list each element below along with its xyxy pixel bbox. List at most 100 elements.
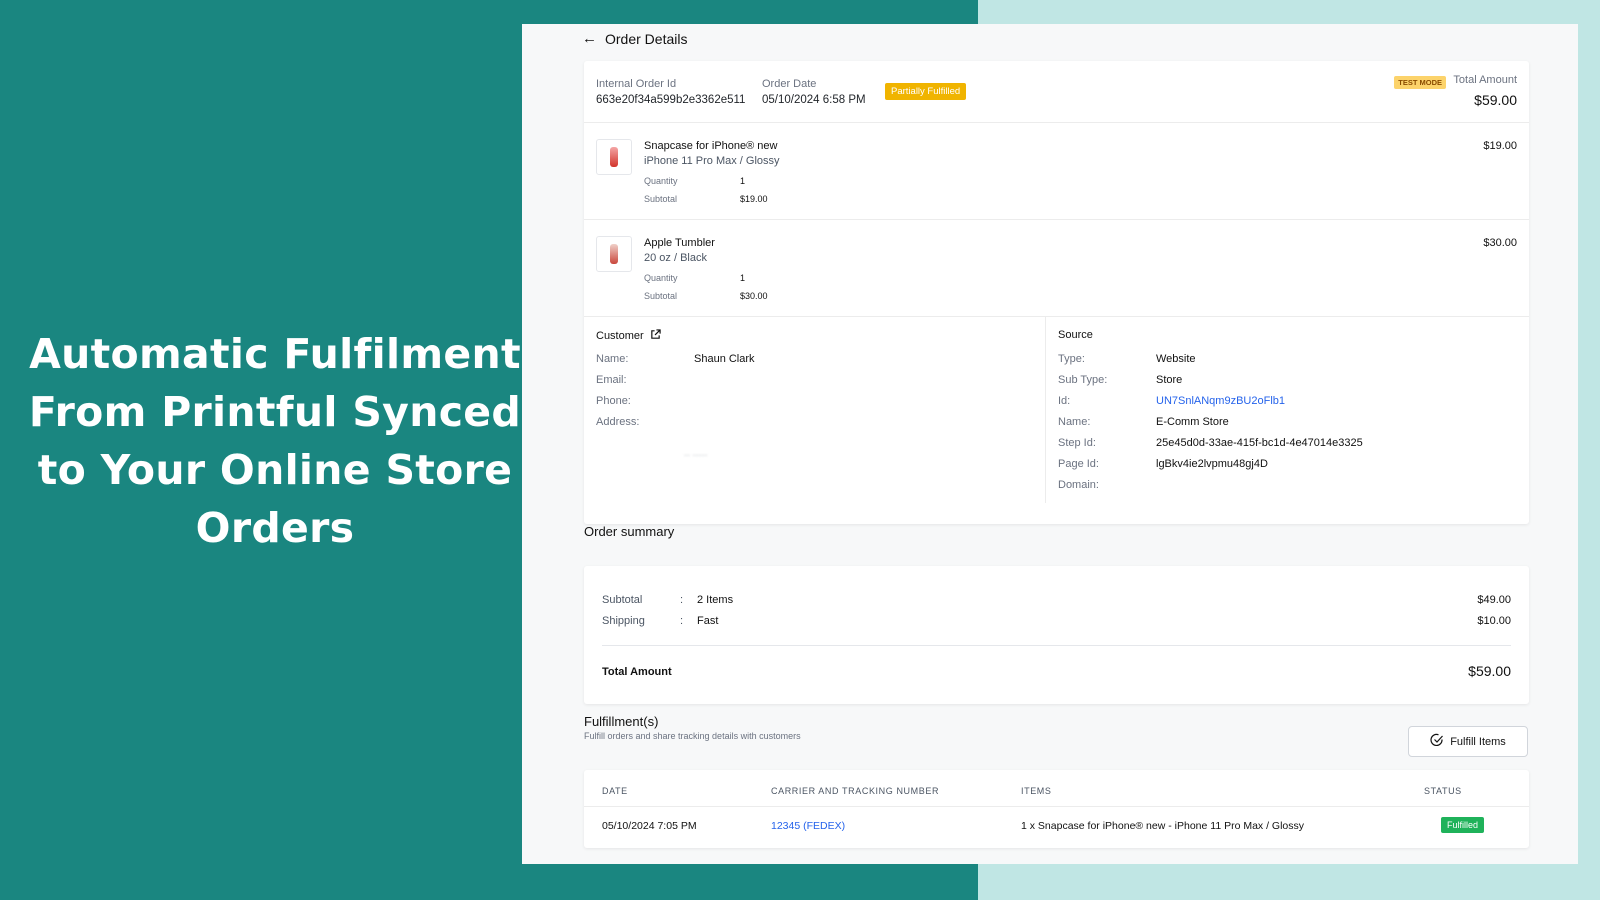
internal-order-id: Internal Order Id 663e20f34a599b2e3362e5… bbox=[596, 78, 745, 106]
product-thumbnail bbox=[596, 236, 632, 272]
customer-title-text: Customer bbox=[596, 330, 644, 342]
order-card: Internal Order Id 663e20f34a599b2e3362e5… bbox=[584, 61, 1529, 524]
check-circle-icon bbox=[1430, 733, 1444, 750]
column-header-items: ITEMS bbox=[1021, 786, 1052, 796]
source-subtype-value: Store bbox=[1156, 374, 1183, 386]
summary-subtotal-amount: $49.00 bbox=[1477, 594, 1511, 606]
order-date: Order Date 05/10/2024 6:58 PM bbox=[762, 78, 866, 106]
tracking-number-link[interactable]: 12345 (FEDEX) bbox=[771, 820, 845, 832]
product-price: $19.00 bbox=[1483, 140, 1517, 152]
customer-name-row: Name: Shaun Clark bbox=[596, 353, 755, 365]
summary-divider bbox=[602, 645, 1511, 646]
source-id-row: Id: UN7SnlANqm9zBU2oFlb1 bbox=[1058, 395, 1285, 407]
summary-colon: : bbox=[680, 594, 684, 606]
order-date-value: 05/10/2024 6:58 PM bbox=[762, 94, 866, 106]
fulfillment-items: 1 x Snapcase for iPhone® new - iPhone 11… bbox=[1021, 820, 1305, 832]
customer-address-row: Address: bbox=[596, 416, 639, 428]
source-id-link[interactable]: UN7SnlANqm9zBU2oFlb1 bbox=[1156, 395, 1285, 407]
source-section: Source Type: Website Sub Type: Store Id: UN… bbox=[1046, 317, 1529, 503]
promo-headline: Automatic Fulfilment From Printful Synce… bbox=[28, 330, 522, 552]
product-name: Snapcase for iPhone® new bbox=[644, 140, 778, 152]
subtotal-value: $19.00 bbox=[740, 194, 768, 204]
fulfillments-table: DATE CARRIER AND TRACKING NUMBER ITEMS S… bbox=[584, 770, 1529, 848]
product-variant: iPhone 11 Pro Max / Glossy bbox=[644, 155, 780, 167]
quantity-row: Quantity 1 bbox=[644, 176, 745, 186]
background-bottom-band bbox=[0, 864, 978, 900]
summary-subtotal-label: Subtotal bbox=[602, 594, 643, 606]
source-page-row: Page Id: lgBkv4ie2lvpmu48gj4D bbox=[1058, 458, 1268, 470]
summary-shipping-label: Shipping bbox=[602, 615, 645, 627]
source-page-value: lgBkv4ie2lvpmu48gj4D bbox=[1156, 458, 1268, 470]
subtotal-label: Subtotal bbox=[644, 291, 678, 301]
summary-shipping-amount: $10.00 bbox=[1477, 615, 1511, 627]
arrow-left-icon[interactable]: ← bbox=[582, 30, 597, 47]
source-name-label: Name: bbox=[1058, 416, 1091, 428]
summary-total-amount: $59.00 bbox=[1468, 663, 1511, 679]
source-subtype-label: Sub Type: bbox=[1058, 374, 1108, 386]
internal-order-id-value: 663e20f34a599b2e3362e511 bbox=[596, 94, 746, 106]
summary-total-label: Total Amount bbox=[602, 666, 672, 678]
order-header: Internal Order Id 663e20f34a599b2e3362e5… bbox=[584, 61, 1529, 123]
customer-section: Customer Name: Shaun Clark Email: Phone: … bbox=[584, 317, 1046, 503]
column-header-status: STATUS bbox=[1424, 786, 1462, 796]
source-page-label: Page Id: bbox=[1058, 458, 1099, 470]
source-name-value: E-Comm Store bbox=[1156, 416, 1229, 428]
page-header: ← Order Details bbox=[582, 30, 687, 47]
customer-phone-row: Phone: bbox=[596, 395, 631, 407]
quantity-label: Quantity bbox=[644, 273, 678, 283]
source-type-label: Type: bbox=[1058, 353, 1085, 365]
product-price: $30.00 bbox=[1483, 237, 1517, 249]
customer-title: Customer bbox=[596, 329, 661, 343]
line-item: Apple Tumbler 20 oz / Black Quantity 1 Su… bbox=[584, 220, 1529, 317]
product-thumbnail bbox=[596, 139, 632, 175]
subtotal-value: $30.00 bbox=[740, 291, 768, 301]
fulfill-items-label: Fulfill Items bbox=[1450, 735, 1506, 748]
quantity-value: 1 bbox=[740, 176, 746, 186]
quantity-value: 1 bbox=[740, 273, 746, 283]
source-step-value: 25e45d0d-33ae-415f-bc1d-4e47014e3325 bbox=[1156, 437, 1363, 449]
source-domain-row: Domain: bbox=[1058, 479, 1099, 491]
order-details-screen: ← Order Details Internal Order Id 663e20… bbox=[522, 24, 1578, 864]
subtotal-row: Subtotal $19.00 bbox=[644, 194, 768, 204]
source-type-value: Website bbox=[1156, 353, 1196, 365]
external-link-icon[interactable] bbox=[650, 329, 661, 343]
source-step-row: Step Id: 25e45d0d-33ae-415f-bc1d-4e47014e… bbox=[1058, 437, 1363, 449]
product-name: Apple Tumbler bbox=[644, 237, 715, 249]
summary-subtotal-row: Subtotal : 2 Items $49.00 bbox=[602, 594, 1511, 606]
customer-phone-label: Phone: bbox=[596, 395, 631, 407]
subtotal-row: Subtotal $30.00 bbox=[644, 291, 768, 301]
address-blurred: -- ----- bbox=[684, 450, 708, 460]
customer-email-row: Email: bbox=[596, 374, 627, 386]
summary-shipping-row: Shipping : Fast $10.00 bbox=[602, 615, 1511, 627]
fulfillment-date: 05/10/2024 7:05 PM bbox=[602, 820, 697, 832]
fulfill-items-button[interactable]: Fulfill Items bbox=[1408, 726, 1528, 757]
fulfillments-subtitle: Fulfill orders and share tracking detail… bbox=[584, 731, 801, 741]
customer-name-value: Shaun Clark bbox=[694, 353, 755, 365]
source-step-label: Step Id: bbox=[1058, 437, 1096, 449]
customer-email-label: Email: bbox=[596, 374, 627, 386]
column-header-date: DATE bbox=[602, 786, 628, 796]
source-name-row: Name: E-Comm Store bbox=[1058, 416, 1229, 428]
total-amount-value: $59.00 bbox=[1474, 92, 1517, 108]
order-date-label: Order Date bbox=[762, 78, 817, 90]
source-type-row: Type: Website bbox=[1058, 353, 1196, 365]
summary-subtotal-detail: 2 Items bbox=[697, 594, 734, 606]
quantity-label: Quantity bbox=[644, 176, 678, 186]
fulfilled-status-badge: Fulfilled bbox=[1441, 817, 1485, 833]
summary-shipping-detail: Fast bbox=[697, 615, 719, 627]
source-title: Source bbox=[1058, 329, 1093, 341]
product-variant: 20 oz / Black bbox=[644, 252, 707, 264]
fulfillments-title: Fulfillment(s) bbox=[584, 714, 659, 729]
source-id-label: Id: bbox=[1058, 395, 1071, 407]
page-title: Order Details bbox=[605, 30, 688, 47]
test-mode-badge: TEST MODE bbox=[1394, 76, 1446, 89]
source-subtype-row: Sub Type: Store bbox=[1058, 374, 1182, 386]
order-summary-title: Order summary bbox=[584, 524, 675, 539]
source-domain-label: Domain: bbox=[1058, 479, 1099, 491]
table-header-divider bbox=[584, 806, 1529, 807]
column-header-carrier: CARRIER AND TRACKING NUMBER bbox=[771, 786, 940, 796]
internal-order-id-label: Internal Order Id bbox=[596, 78, 677, 90]
summary-colon: : bbox=[680, 615, 684, 627]
subtotal-label: Subtotal bbox=[644, 194, 678, 204]
customer-address-label: Address: bbox=[596, 416, 640, 428]
